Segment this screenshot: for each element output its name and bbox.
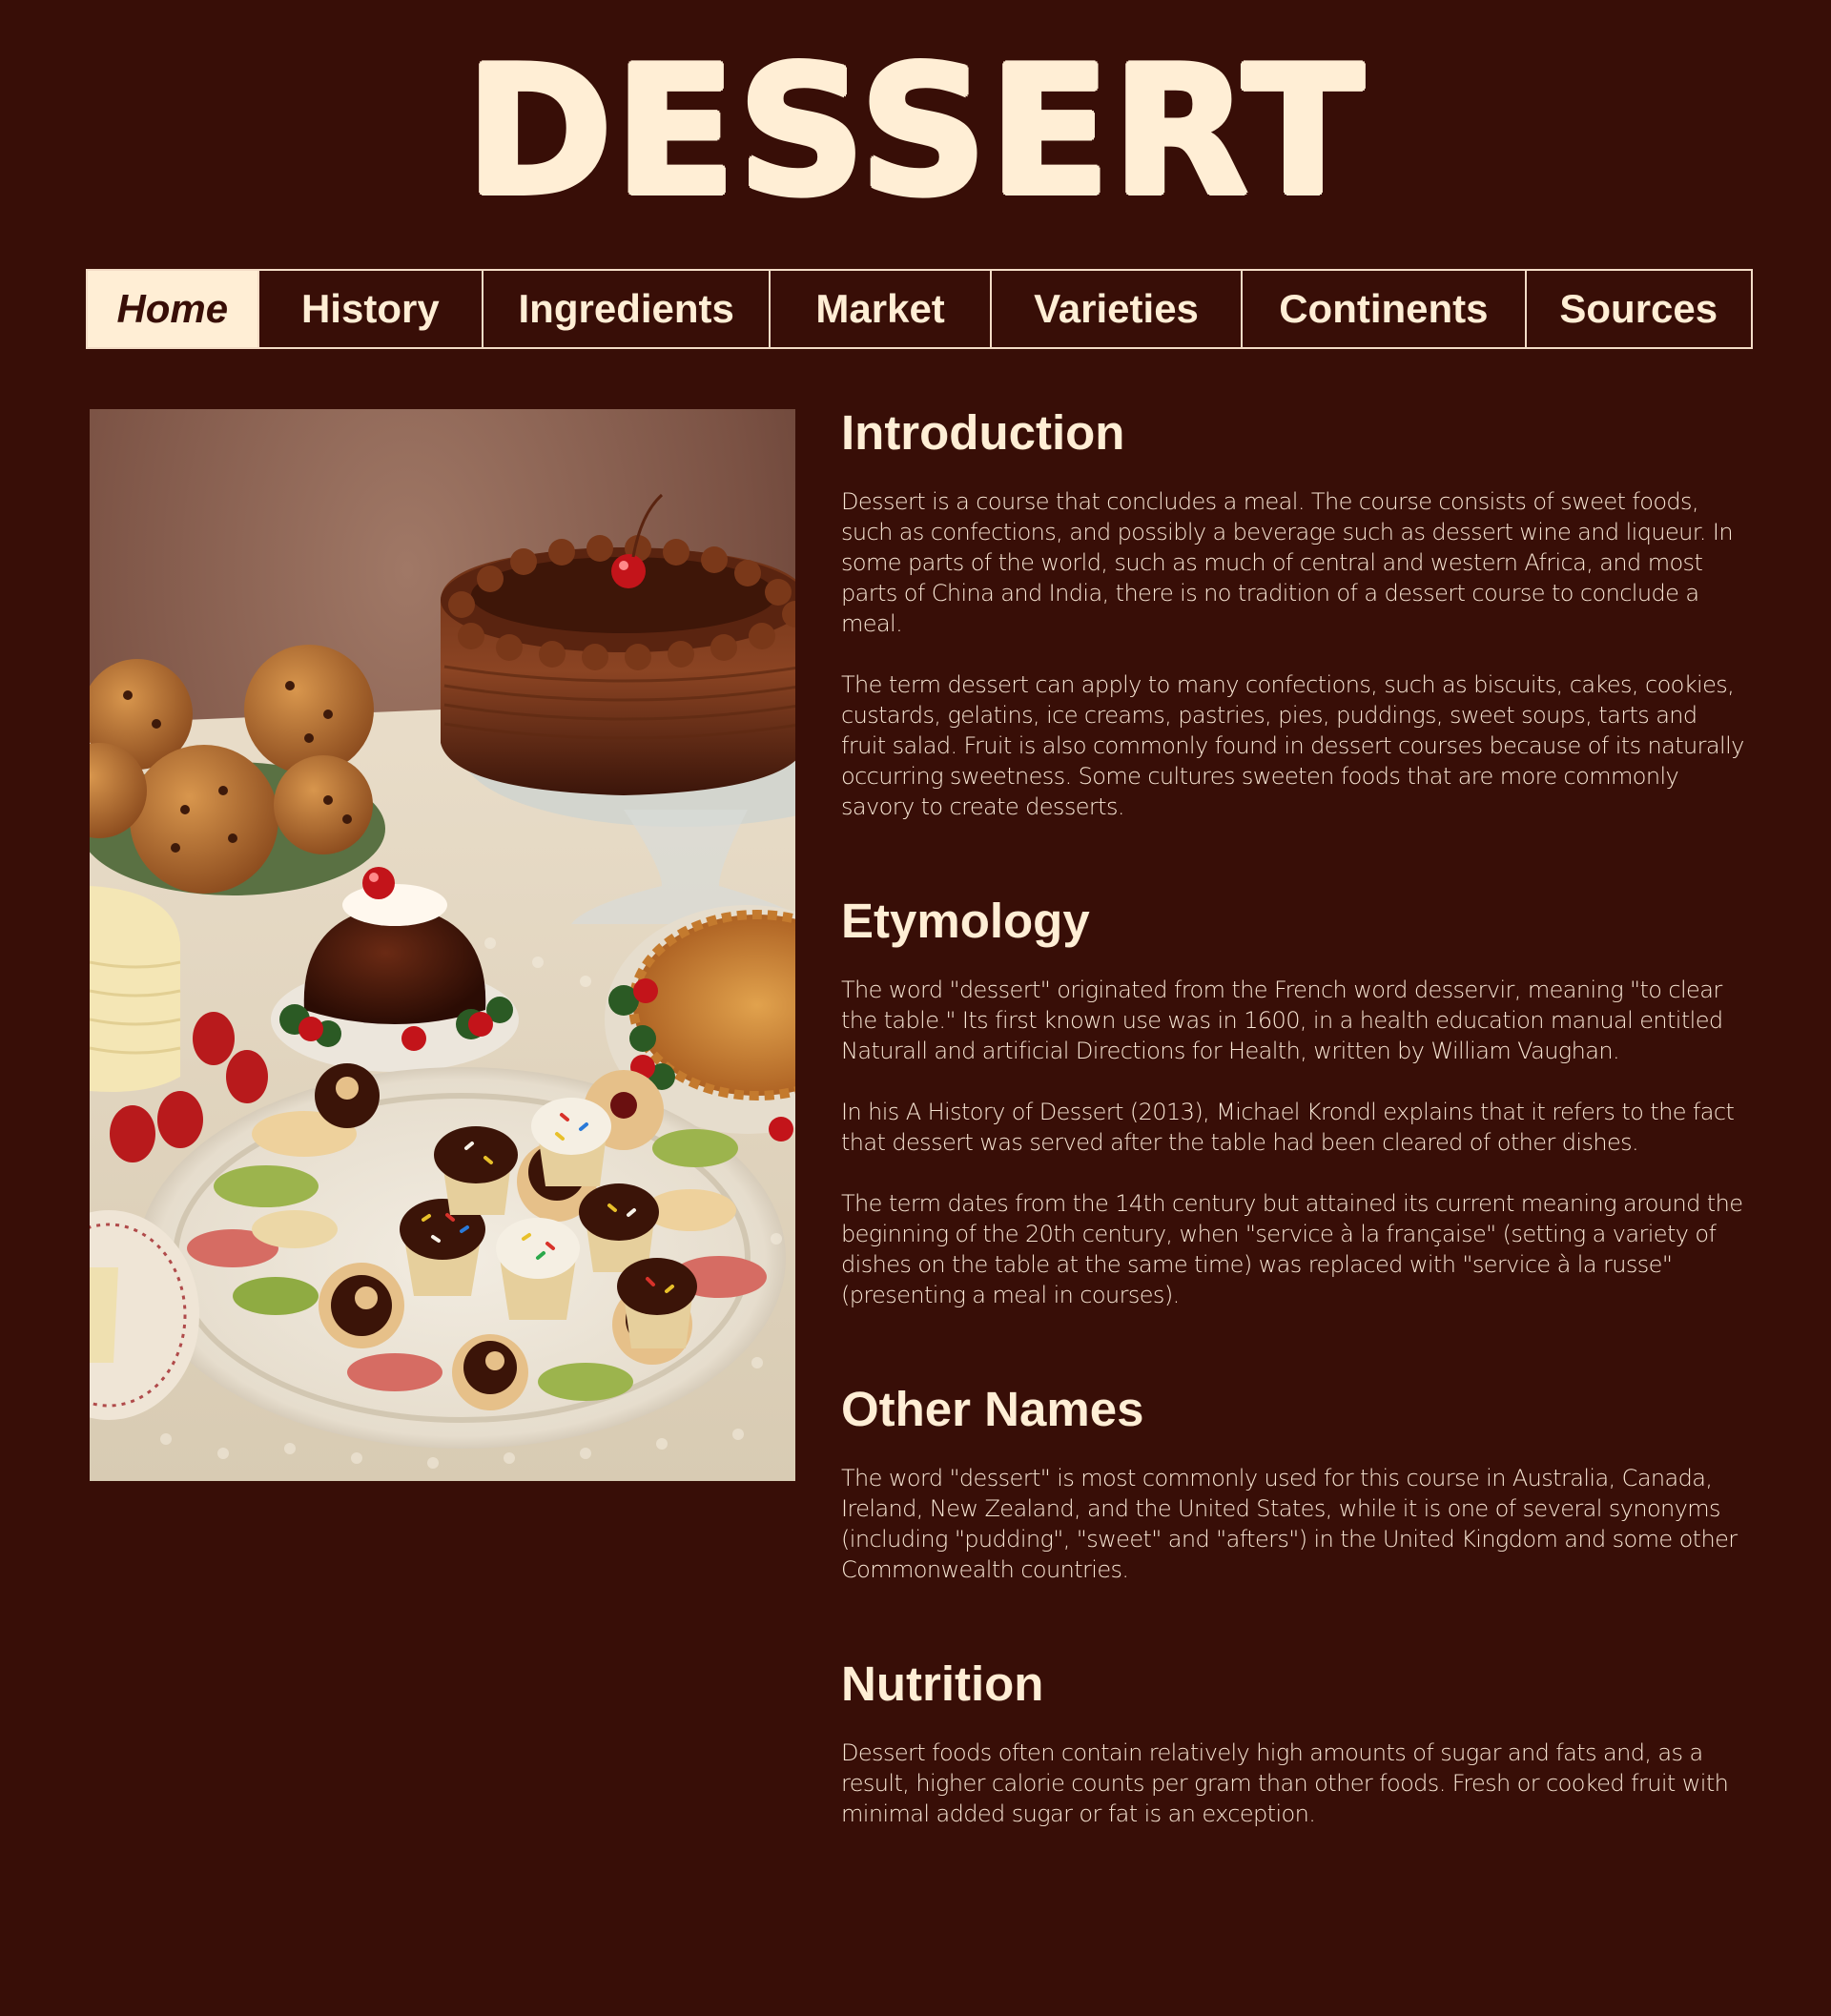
section-heading: Nutrition (841, 1656, 1044, 1711)
nav-item-market[interactable]: Market (771, 271, 992, 347)
paragraph: The word "dessert" is most commonly used… (841, 1465, 1738, 1583)
nav-item-home[interactable]: Home (88, 271, 259, 347)
nav-item-varieties[interactable]: Varieties (992, 271, 1244, 347)
paragraph: The word "dessert" originated from the F… (841, 977, 1723, 1064)
section-heading: Etymology (841, 894, 1090, 948)
main-nav: Home History Ingredients Market Varietie… (86, 269, 1753, 349)
paragraph: The term dates from the 14th century but… (841, 1190, 1743, 1308)
paragraph: Dessert is a course that concludes a mea… (841, 488, 1734, 637)
nav-item-continents[interactable]: Continents (1243, 271, 1527, 347)
section-nutrition: Nutrition Dessert foods often contain re… (841, 1656, 1747, 1829)
nav-item-ingredients[interactable]: Ingredients (483, 271, 771, 347)
main-content: Introduction Dessert is a course that co… (841, 404, 1747, 1829)
section-introduction: Introduction Dessert is a course that co… (841, 404, 1747, 822)
section-heading: Introduction (841, 405, 1125, 460)
nav-item-sources[interactable]: Sources (1527, 271, 1751, 347)
nav-item-history[interactable]: History (259, 271, 484, 347)
paragraph: Dessert foods often contain relatively h… (841, 1739, 1729, 1827)
section-heading: Other Names (841, 1382, 1144, 1436)
section-other-names: Other Names The word "dessert" is most c… (841, 1381, 1747, 1585)
paragraph: The term dessert can apply to many confe… (841, 671, 1744, 820)
section-etymology: Etymology The word "dessert" originated … (841, 893, 1747, 1310)
paragraph: In his A History of Dessert (2013), Mich… (841, 1099, 1735, 1156)
site-title: DESSERT (465, 28, 1366, 235)
dessert-table-image (90, 409, 795, 1481)
